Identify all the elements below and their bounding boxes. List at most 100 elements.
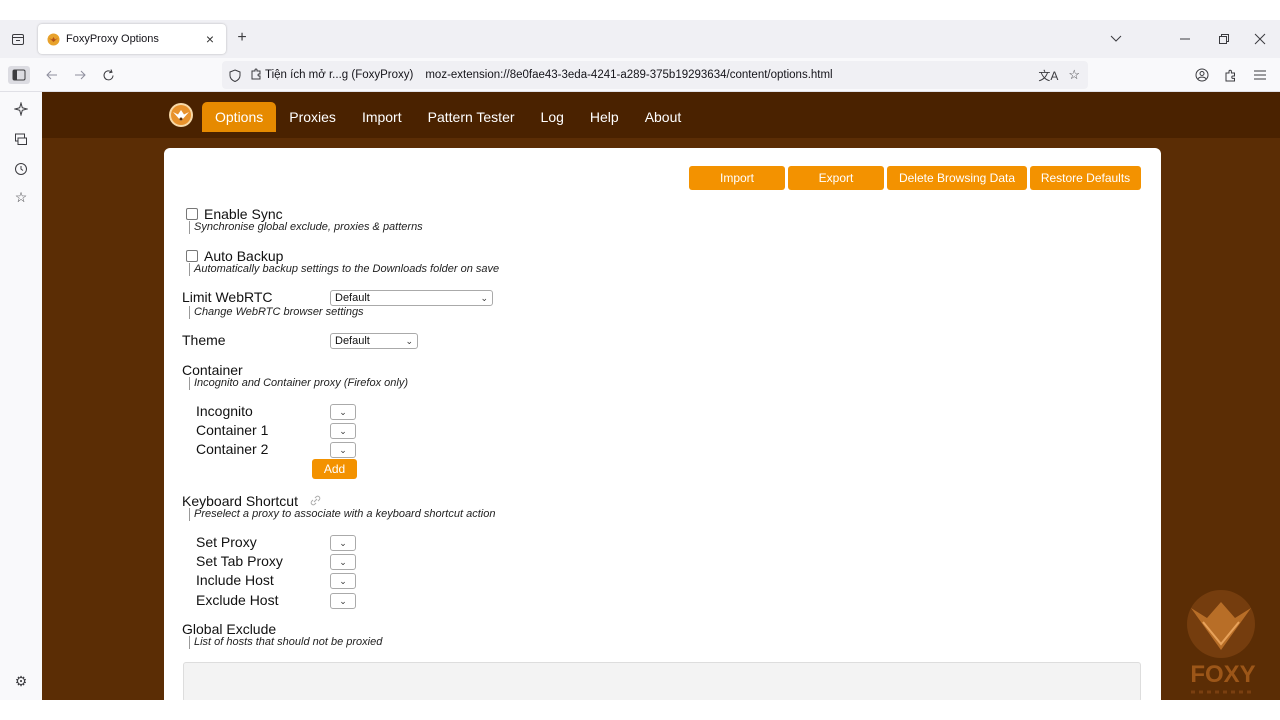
incognito-label: Incognito (196, 403, 253, 419)
back-arrow-icon[interactable] (44, 67, 60, 83)
tab-about[interactable]: About (632, 102, 695, 132)
enable-sync-desc: Synchronise global exclude, proxies & pa… (189, 221, 423, 234)
theme-label: Theme (182, 332, 226, 348)
export-button[interactable]: Export (788, 166, 884, 190)
chevron-down-icon[interactable] (1108, 31, 1124, 47)
auto-backup-row: Auto Backup (186, 248, 283, 264)
chevron-down-icon: ⌄ (339, 406, 347, 417)
chevron-down-icon: ⌄ (405, 335, 413, 346)
navigation-bar: Tiện ích mở r...g (FoxyProxy) moz-extens… (0, 58, 1280, 92)
translate-icon[interactable]: 文A (1038, 67, 1058, 84)
include-host-select[interactable]: ⌄ (330, 573, 356, 589)
chevron-down-icon: ⌄ (339, 595, 347, 606)
foxyproxy-favicon-icon (46, 32, 60, 46)
chevron-down-icon: ⌄ (339, 537, 347, 548)
tab-strip: FoxyProxy Options × + (0, 20, 1280, 58)
reload-icon[interactable] (100, 67, 116, 83)
global-exclude-desc: List of hosts that should not be proxied (189, 636, 382, 649)
restore-defaults-button[interactable]: Restore Defaults (1030, 166, 1141, 190)
set-proxy-select[interactable]: ⌄ (330, 535, 356, 551)
keyboard-shortcut-row: Keyboard Shortcut (182, 493, 321, 509)
browser-tab[interactable]: FoxyProxy Options × (38, 24, 226, 54)
tab-proxies[interactable]: Proxies (276, 102, 349, 132)
theme-select-value: Default (335, 335, 370, 347)
menu-icon[interactable] (1252, 67, 1268, 83)
set-tab-proxy-label: Set Tab Proxy (196, 553, 283, 569)
ai-sparkle-icon[interactable] (12, 100, 30, 118)
enable-sync-label: Enable Sync (204, 206, 283, 222)
foxy-brand-logo: FOXY (1177, 588, 1273, 700)
restore-icon[interactable] (1216, 31, 1232, 47)
container-1-label: Container 1 (196, 422, 269, 438)
webrtc-desc: Change WebRTC browser settings (189, 306, 364, 319)
tab-pattern-tester[interactable]: Pattern Tester (415, 102, 528, 132)
set-proxy-label: Set Proxy (196, 534, 257, 550)
foxy-brand-text: FOXY (1190, 661, 1255, 688)
extension-chip-label: Tiện ích mở r...g (FoxyProxy) (265, 69, 414, 81)
url-bar[interactable]: Tiện ích mở r...g (FoxyProxy) moz-extens… (222, 61, 1088, 89)
minimize-icon[interactable] (1178, 31, 1194, 47)
incognito-select[interactable]: ⌄ (330, 404, 356, 420)
puzzle-icon (250, 68, 262, 83)
link-icon[interactable] (310, 493, 321, 509)
webrtc-label: Limit WebRTC (182, 289, 273, 305)
foxyproxy-logo-icon (168, 102, 194, 128)
container-1-select[interactable]: ⌄ (330, 423, 356, 439)
extension-page: Options Proxies Import Pattern Tester Lo… (42, 92, 1280, 700)
url-text: moz-extension://8e0fae43-3eda-4241-a289-… (425, 69, 833, 81)
chevron-down-icon: ⌄ (339, 575, 347, 586)
tab-import[interactable]: Import (349, 102, 415, 132)
tab-help[interactable]: Help (577, 102, 632, 132)
tab-close-icon[interactable]: × (202, 31, 218, 47)
history-clock-icon[interactable] (12, 160, 30, 178)
theme-select[interactable]: Default ⌄ (330, 333, 418, 349)
chevron-down-icon: ⌄ (339, 556, 347, 567)
add-container-button[interactable]: Add (312, 459, 357, 479)
tab-log[interactable]: Log (528, 102, 577, 132)
options-nav: Options Proxies Import Pattern Tester Lo… (202, 102, 694, 132)
global-exclude-textarea[interactable] (183, 662, 1141, 700)
sidebar-toggle-icon[interactable] (8, 66, 30, 84)
chevron-down-icon: ⌄ (339, 425, 347, 436)
chevron-down-icon: ⌄ (480, 292, 488, 303)
extension-chip[interactable]: Tiện ích mở r...g (FoxyProxy) (248, 68, 419, 83)
shield-icon[interactable] (222, 68, 248, 82)
keyboard-shortcut-desc: Preselect a proxy to associate with a ke… (189, 508, 495, 521)
close-window-icon[interactable] (1252, 31, 1268, 47)
synced-tabs-icon[interactable] (12, 130, 30, 148)
extensions-icon[interactable] (1222, 67, 1238, 83)
new-tab-icon[interactable]: + (234, 29, 250, 47)
forward-arrow-icon[interactable] (72, 67, 88, 83)
import-button[interactable]: Import (689, 166, 785, 190)
options-card: Import Export Delete Browsing Data Resto… (164, 148, 1161, 700)
top-gap (0, 0, 1280, 20)
enable-sync-row: Enable Sync (186, 206, 283, 222)
tab-options[interactable]: Options (202, 102, 277, 132)
include-host-label: Include Host (196, 572, 274, 588)
delete-browsing-data-button[interactable]: Delete Browsing Data (887, 166, 1027, 190)
exclude-host-select[interactable]: ⌄ (330, 593, 356, 609)
auto-backup-label: Auto Backup (204, 248, 284, 264)
chevron-down-icon: ⌄ (339, 444, 347, 455)
settings-gear-icon[interactable]: ⚙ (12, 672, 30, 690)
container-desc: Incognito and Container proxy (Firefox o… (189, 377, 408, 390)
container-2-label: Container 2 (196, 441, 269, 457)
set-tab-proxy-select[interactable]: ⌄ (330, 554, 356, 570)
global-exclude-label: Global Exclude (182, 621, 277, 637)
exclude-host-label: Exclude Host (196, 592, 279, 608)
container-2-select[interactable]: ⌄ (330, 442, 356, 458)
webrtc-select[interactable]: Default ⌄ (330, 290, 493, 306)
bookmark-star-icon[interactable]: ☆ (1068, 67, 1080, 84)
auto-backup-checkbox[interactable] (186, 250, 198, 262)
container-label: Container (182, 362, 243, 378)
auto-backup-desc: Automatically backup settings to the Dow… (189, 263, 499, 276)
webrtc-select-value: Default (335, 292, 370, 304)
browser-sidebar: ☆ ⚙ (0, 92, 42, 700)
account-icon[interactable] (1194, 67, 1210, 83)
keyboard-shortcut-label: Keyboard Shortcut (182, 493, 298, 509)
tab-title: FoxyProxy Options (66, 33, 159, 45)
tab-list-icon[interactable] (10, 31, 26, 47)
enable-sync-checkbox[interactable] (186, 208, 198, 220)
action-buttons: Import Export Delete Browsing Data Resto… (689, 166, 1141, 190)
bookmarks-star-icon[interactable]: ☆ (12, 188, 30, 206)
